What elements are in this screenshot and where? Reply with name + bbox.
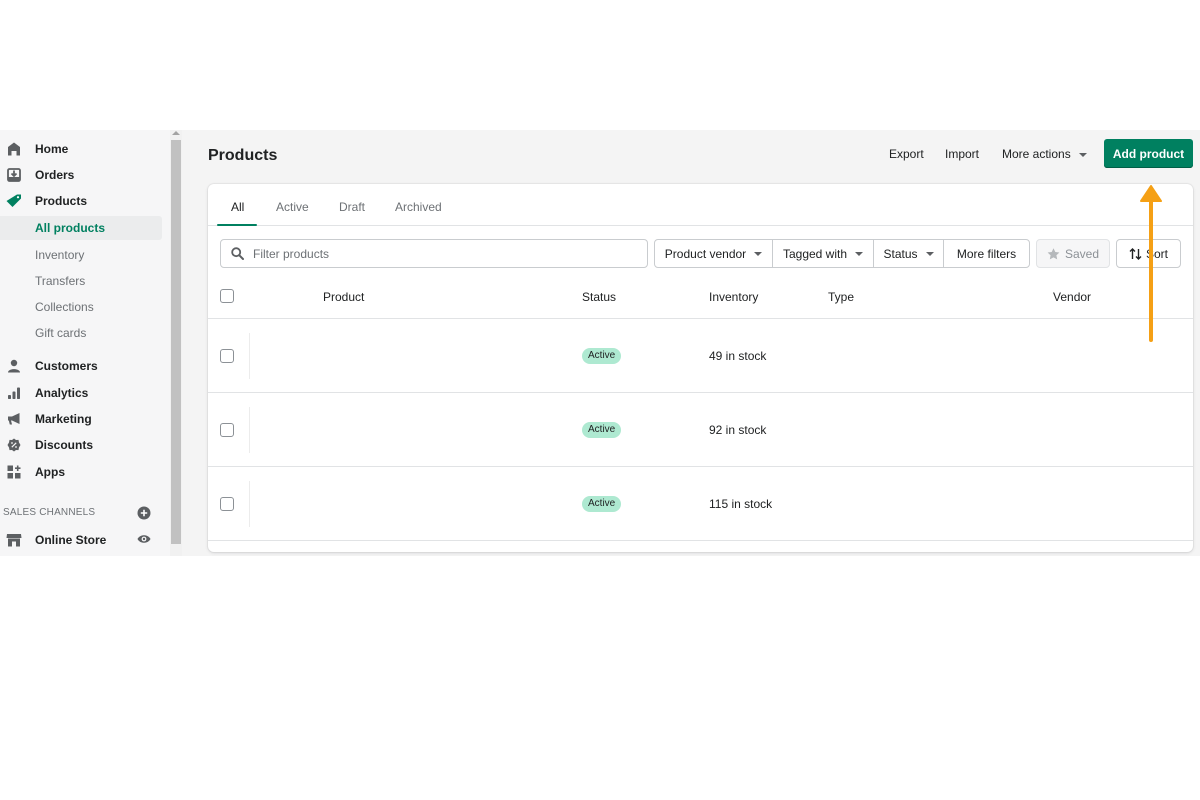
table-row[interactable]: Active 115 in stock bbox=[208, 467, 1193, 541]
apps-icon bbox=[6, 464, 22, 480]
search-input[interactable] bbox=[253, 245, 633, 263]
sidebar-item-label: Customers bbox=[35, 359, 98, 373]
product-vendor-label: Product vendor bbox=[664, 246, 747, 261]
annotation-arrow-icon bbox=[1140, 185, 1162, 342]
row-checkbox[interactable] bbox=[220, 497, 234, 511]
discount-icon bbox=[6, 437, 22, 453]
sidebar-item-label: Inventory bbox=[35, 248, 85, 262]
tagged-with-filter[interactable]: Tagged with bbox=[773, 240, 874, 267]
more-actions-label: More actions bbox=[1002, 147, 1071, 161]
store-icon bbox=[6, 532, 22, 548]
more-filters-label: More filters bbox=[956, 246, 1017, 261]
inventory-value: 115 in stock bbox=[709, 497, 773, 511]
products-card: All Active Draft Archived Product vendor… bbox=[208, 184, 1193, 552]
tab-active[interactable]: Active bbox=[276, 200, 309, 214]
star-icon bbox=[1047, 247, 1060, 259]
column-header-inventory[interactable]: Inventory bbox=[709, 290, 758, 304]
tab-draft[interactable]: Draft bbox=[339, 200, 365, 214]
status-badge: Active bbox=[582, 422, 622, 438]
search-icon bbox=[231, 247, 244, 263]
saved-button[interactable]: Saved bbox=[1036, 239, 1110, 268]
row-checkbox[interactable] bbox=[220, 349, 234, 363]
product-thumbnail bbox=[249, 481, 250, 527]
scroll-thumb[interactable] bbox=[171, 140, 181, 544]
sidebar-item-label: Transfers bbox=[35, 274, 86, 288]
select-all-checkbox[interactable] bbox=[220, 289, 234, 303]
inventory-value: 49 in stock bbox=[709, 349, 767, 363]
sidebar-item-customers[interactable]: Customers bbox=[0, 354, 162, 378]
chevron-down-icon bbox=[754, 251, 763, 256]
chevron-down-icon bbox=[1078, 152, 1087, 157]
column-header-vendor[interactable]: Vendor bbox=[1053, 290, 1091, 304]
tab-archived[interactable]: Archived bbox=[395, 200, 442, 214]
sidebar: Home Orders Products All products Invent… bbox=[0, 130, 170, 556]
sidebar-item-collections[interactable]: Collections bbox=[0, 295, 162, 319]
column-header-product[interactable]: Product bbox=[323, 290, 364, 304]
tab-all[interactable]: All bbox=[231, 200, 244, 214]
table-row[interactable]: Active 49 in stock bbox=[208, 319, 1193, 393]
status-filter[interactable]: Status bbox=[874, 240, 944, 267]
sidebar-item-apps[interactable]: Apps bbox=[0, 460, 162, 484]
more-filters-button[interactable]: More filters bbox=[944, 240, 1029, 267]
export-button[interactable]: Export bbox=[889, 147, 924, 161]
sidebar-item-label: Marketing bbox=[35, 412, 92, 426]
orders-icon bbox=[6, 167, 22, 183]
row-checkbox[interactable] bbox=[220, 423, 234, 437]
status-badge: Active bbox=[582, 496, 622, 512]
sidebar-item-all-products[interactable]: All products bbox=[0, 216, 162, 240]
tab-bar: All Active Draft Archived bbox=[208, 184, 1193, 226]
column-header-type[interactable]: Type bbox=[828, 290, 854, 304]
page-title: Products bbox=[208, 147, 278, 164]
product-thumbnail bbox=[249, 407, 250, 453]
column-header-status[interactable]: Status bbox=[582, 290, 616, 304]
sidebar-item-label: Discounts bbox=[35, 438, 94, 452]
more-actions-button[interactable]: More actions bbox=[1002, 147, 1087, 161]
add-product-button[interactable]: Add product bbox=[1104, 139, 1193, 168]
sidebar-item-marketing[interactable]: Marketing bbox=[0, 407, 162, 431]
sidebar-item-discounts[interactable]: Discounts bbox=[0, 433, 162, 457]
sidebar-item-label: Collections bbox=[35, 300, 94, 314]
product-thumbnail bbox=[249, 333, 250, 379]
product-vendor-filter[interactable]: Product vendor bbox=[655, 240, 773, 267]
sidebar-item-inventory[interactable]: Inventory bbox=[0, 243, 162, 267]
filter-button-group: Product vendor Tagged with Status More f… bbox=[654, 239, 1030, 268]
sidebar-item-label: All products bbox=[35, 221, 106, 235]
inventory-value: 92 in stock bbox=[709, 423, 767, 437]
add-sales-channel-icon[interactable] bbox=[137, 506, 151, 520]
sidebar-item-label: Online Store bbox=[35, 533, 107, 547]
bar-chart-icon bbox=[6, 385, 22, 401]
chevron-down-icon bbox=[925, 251, 934, 256]
tagged-with-label: Tagged with bbox=[782, 246, 848, 261]
sidebar-item-gift-cards[interactable]: Gift cards bbox=[0, 321, 162, 345]
tag-icon bbox=[6, 193, 22, 209]
table-row[interactable]: Active 92 in stock bbox=[208, 393, 1193, 467]
sidebar-item-label: Orders bbox=[35, 168, 75, 182]
sidebar-item-label: Gift cards bbox=[35, 326, 87, 340]
active-tab-indicator bbox=[217, 224, 257, 226]
sidebar-item-label: Apps bbox=[35, 465, 65, 479]
filter-products-search[interactable] bbox=[220, 239, 648, 268]
chevron-down-icon bbox=[855, 251, 864, 256]
sidebar-item-transfers[interactable]: Transfers bbox=[0, 269, 162, 293]
sidebar-item-home[interactable]: Home bbox=[0, 137, 162, 161]
saved-label: Saved bbox=[1064, 246, 1100, 261]
shopify-admin: Home Orders Products All products Invent… bbox=[0, 130, 1200, 556]
status-label: Status bbox=[883, 246, 918, 261]
megaphone-icon bbox=[6, 411, 22, 427]
sidebar-item-orders[interactable]: Orders bbox=[0, 163, 162, 187]
sales-channels-label: SALES CHANNELS bbox=[3, 507, 96, 518]
status-badge: Active bbox=[582, 348, 622, 364]
home-icon bbox=[6, 141, 22, 157]
sidebar-item-analytics[interactable]: Analytics bbox=[0, 381, 162, 405]
sidebar-item-label: Analytics bbox=[35, 386, 89, 400]
sidebar-item-label: Products bbox=[35, 194, 88, 208]
import-button[interactable]: Import bbox=[945, 147, 979, 161]
scroll-up-arrow-icon[interactable] bbox=[172, 131, 180, 135]
person-icon bbox=[6, 358, 22, 374]
sidebar-item-products[interactable]: Products bbox=[0, 189, 162, 213]
sidebar-scrollbar[interactable] bbox=[170, 130, 182, 556]
view-store-eye-icon[interactable] bbox=[137, 533, 151, 545]
sidebar-item-label: Home bbox=[35, 142, 69, 156]
